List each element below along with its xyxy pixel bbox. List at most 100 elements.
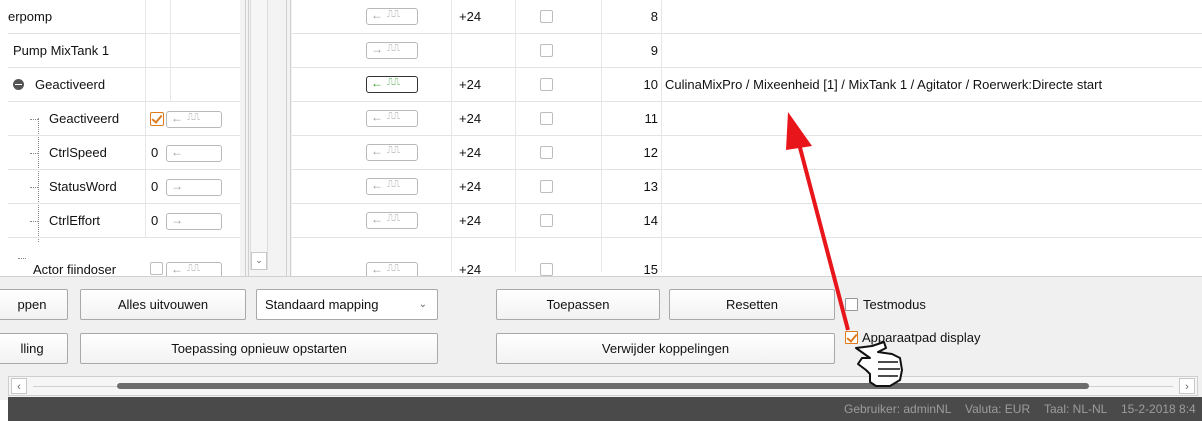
value-checkbox[interactable]	[150, 262, 163, 275]
channel-number: 9	[650, 43, 658, 58]
tree-vertical-scrollbar[interactable]: ⌄	[250, 0, 268, 270]
voltage-cell: +24	[459, 213, 482, 228]
tree-item-label: StatusWord	[49, 179, 117, 194]
arrow-right-icon: →	[171, 179, 183, 193]
table-row[interactable]: ← ⎍⎍ +24 8	[292, 0, 1202, 34]
io-toggle-button[interactable]: → ⎍⎍	[366, 42, 418, 59]
pulse-icon: ⎍⎍	[387, 9, 400, 20]
collapse-all-button[interactable]: ppen	[0, 289, 68, 320]
tree-row[interactable]: CtrlEffort 0 →	[8, 204, 240, 238]
arrow-left-icon: ←	[371, 76, 383, 90]
io-input-field[interactable]: →	[166, 213, 222, 230]
chevron-down-icon[interactable]: ⌄	[251, 252, 267, 270]
value-checkbox[interactable]	[150, 112, 164, 126]
channel-number: 11	[644, 111, 659, 126]
io-input-field[interactable]: →	[166, 179, 222, 196]
status-bar: Gebruiker: adminNL Valuta: EUR Taal: NL-…	[8, 397, 1202, 421]
status-user: Gebruiker: adminNL	[844, 402, 952, 416]
test-mode-label: Testmodus	[863, 297, 926, 312]
reset-button[interactable]: Resetten	[669, 289, 835, 320]
pulse-icon: ⎍⎍	[387, 111, 400, 122]
row-checkbox[interactable]	[540, 214, 553, 227]
arrow-right-icon: →	[371, 42, 383, 56]
io-toggle-button[interactable]: ← ⎍⎍	[366, 178, 418, 195]
tree-item-label: erpomp	[8, 9, 53, 24]
status-currency: Valuta: EUR	[965, 402, 1031, 416]
pulse-icon: ⎍⎍	[387, 179, 400, 190]
tree-row[interactable]: Geactiveerd	[8, 68, 240, 102]
row-checkbox[interactable]	[540, 180, 553, 193]
tree-item-label: CtrlEffort	[49, 213, 101, 228]
device-path-display-checkbox[interactable]	[845, 331, 858, 344]
chevron-left-icon[interactable]: ‹	[11, 378, 27, 394]
table-row[interactable]: → ⎍⎍ 9	[292, 34, 1202, 68]
tree-item-label: Pump MixTank 1	[13, 43, 110, 58]
tree-row[interactable]: Geactiveerd ← ⎍⎍	[8, 102, 240, 136]
chevron-right-icon[interactable]: ›	[1179, 378, 1195, 394]
remove-links-button[interactable]: Verwijder koppelingen	[496, 333, 835, 364]
row-checkbox[interactable]	[540, 263, 553, 276]
arrow-left-icon: ←	[371, 8, 383, 22]
tree-row[interactable]: CtrlSpeed 0 ←	[8, 136, 240, 170]
io-input-field[interactable]: ←	[166, 145, 222, 162]
table-row[interactable]: ← ⎍⎍ +24 11	[292, 102, 1202, 136]
io-toggle-button[interactable]: ← ⎍⎍	[366, 144, 418, 161]
pulse-icon: ⎍⎍	[387, 77, 400, 88]
scrollbar-thumb[interactable]	[117, 383, 1089, 389]
pulse-icon: ⎍⎍	[387, 43, 400, 54]
table-row[interactable]: ← ⎍⎍ +24 10 CulinaMixPro / Mixeenheid [1]…	[292, 68, 1202, 102]
io-toggle-button[interactable]: ← ⎍⎍	[366, 8, 418, 25]
channel-number: 13	[643, 179, 658, 194]
row-checkbox[interactable]	[540, 10, 553, 23]
test-mode-checkbox[interactable]	[845, 298, 858, 311]
table-row[interactable]: ← ⎍⎍ +24 13	[292, 170, 1202, 204]
apply-button[interactable]: Toepassen	[496, 289, 660, 320]
table-row[interactable]: ← ⎍⎍ +24 15	[292, 238, 1202, 276]
tree-row[interactable]: Actor fiindoser ← ⎍⎍	[8, 238, 240, 276]
device-path-display-label: Apparaatpad display	[862, 330, 981, 345]
mapping-select[interactable]: Standaard mapping ⌄	[256, 289, 438, 320]
io-toggle-button[interactable]: ← ⎍⎍	[166, 111, 222, 128]
table-row[interactable]: ← ⎍⎍ +24 14	[292, 204, 1202, 238]
io-toggle-button[interactable]: ← ⎍⎍	[166, 262, 222, 276]
voltage-cell: +24	[459, 262, 482, 276]
expand-all-button[interactable]: Alles uitvouwen	[80, 289, 246, 320]
pulse-icon: ⎍⎍	[187, 112, 200, 123]
tree-row[interactable]: Pump MixTank 1	[8, 34, 240, 68]
arrow-left-icon: ←	[171, 262, 183, 276]
voltage-cell: +24	[459, 179, 482, 194]
voltage-cell: +24	[459, 111, 482, 126]
horizontal-scrollbar[interactable]: ‹ ›	[8, 376, 1198, 396]
arrow-left-icon: ←	[371, 110, 383, 124]
io-toggle-button[interactable]: ← ⎍⎍	[366, 110, 418, 127]
arrow-left-icon: ←	[171, 111, 183, 125]
pulse-icon: ⎍⎍	[187, 263, 200, 274]
tree-item-value: 0	[151, 213, 159, 228]
io-toggle-button[interactable]: ← ⎍⎍	[366, 76, 418, 93]
tree-item-label: Actor fiindoser	[33, 262, 117, 276]
table-row[interactable]: ← ⎍⎍ +24 12	[292, 136, 1202, 170]
pulse-icon: ⎍⎍	[387, 145, 400, 156]
device-path: CulinaMixPro / Mixeenheid [1] / MixTank …	[665, 77, 1103, 92]
row-checkbox[interactable]	[540, 146, 553, 159]
row-checkbox[interactable]	[540, 44, 553, 57]
pulse-icon: ⎍⎍	[387, 263, 400, 274]
tree-item-value: 0	[151, 179, 159, 194]
tree-row[interactable]: erpomp	[8, 0, 240, 34]
pulse-icon: ⎍⎍	[387, 213, 400, 224]
channel-number: 12	[643, 145, 658, 160]
row-checkbox[interactable]	[540, 78, 553, 91]
collapse-icon[interactable]	[13, 79, 24, 90]
partial-button[interactable]: lling	[0, 333, 68, 364]
row-checkbox[interactable]	[540, 112, 553, 125]
io-toggle-button[interactable]: ← ⎍⎍	[366, 262, 418, 276]
tree-row[interactable]: StatusWord 0 →	[8, 170, 240, 204]
chevron-down-icon: ⌄	[418, 299, 427, 310]
arrow-left-icon: ←	[371, 178, 383, 192]
tree-item-label: CtrlSpeed	[49, 145, 107, 160]
io-toggle-button[interactable]: ← ⎍⎍	[366, 212, 418, 229]
restart-application-button[interactable]: Toepassing opnieuw opstarten	[80, 333, 438, 364]
status-datetime: 15-2-2018 8:4	[1121, 402, 1196, 416]
tree-item-value: 0	[151, 145, 159, 160]
arrow-left-icon: ←	[371, 144, 383, 158]
